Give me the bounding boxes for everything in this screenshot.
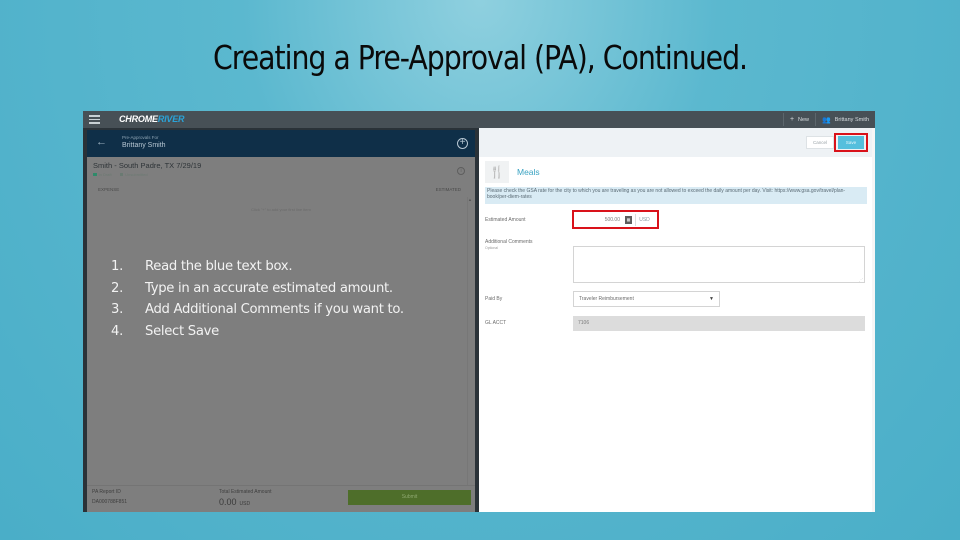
chevron-down-icon: ▼ — [709, 296, 714, 302]
instruction-steps: 1. Read the blue text box. 2. Type in an a… — [111, 256, 404, 342]
total-amount: 0.00 USD — [219, 497, 250, 507]
save-highlight-box — [834, 133, 868, 152]
right-scrollbar[interactable] — [872, 128, 875, 512]
total-currency: USD — [239, 501, 251, 507]
submit-button[interactable]: Submit — [348, 490, 471, 505]
draft-status-icon — [93, 172, 97, 176]
status-unsubmitted: Unsubmitted — [119, 172, 148, 177]
gsa-notice-box: Please check the GSA rate for the city t… — [485, 187, 867, 204]
step-text: Read the blue text box. — [145, 259, 293, 274]
top-nav-bar: CHROMERIVER + New 👥 Brittany Smith — [83, 111, 875, 128]
pa-report-id-value: DA000788F851 — [92, 499, 128, 505]
gl-acct-field: 7106 — [573, 316, 865, 331]
app-screenshot: CHROMERIVER + New 👥 Brittany Smith ← Pre… — [83, 111, 875, 512]
status-draft: In Draft — [93, 172, 112, 177]
form-toolbar: Cancel Save — [479, 128, 875, 157]
pa-report-id-label: PA Report ID — [92, 489, 121, 495]
estimated-amount-label: Estimated Amount — [485, 217, 526, 223]
fork-knife-icon: 🍴 — [485, 161, 509, 183]
info-icon[interactable]: i — [457, 167, 465, 175]
step-text: Type in an accurate estimated amount. — [145, 280, 393, 296]
step-text: Add Additional Comments if you want to. — [145, 302, 404, 317]
additional-comments-textarea[interactable] — [573, 246, 865, 283]
step-number: 3. — [111, 302, 123, 317]
trip-status: In Draft Unsubmitted — [93, 172, 148, 177]
scroll-up-icon[interactable]: ▲ — [468, 197, 472, 202]
column-header-expense: EXPENSE — [98, 187, 120, 192]
slide-title: Creating a Pre-Approval (PA), Continued. — [212, 38, 748, 77]
comments-label-text: Additional Comments — [485, 239, 533, 245]
paid-by-label: Paid By — [485, 296, 503, 302]
pre-approval-footer: PA Report ID DA000788F851 Total Estimate… — [87, 485, 475, 512]
paid-by-value: Traveler Reimbursement — [579, 296, 634, 302]
step-item: 2. Type in an accurate estimated amount. — [111, 278, 404, 300]
new-button[interactable]: + New — [782, 113, 815, 126]
amount-highlight-box — [572, 210, 659, 229]
user-menu[interactable]: 👥 Brittany Smith — [815, 113, 875, 126]
logo-part-river: RIVER — [157, 114, 185, 124]
logo-part-chrome: CHROME — [119, 114, 158, 124]
cancel-button[interactable]: Cancel — [806, 136, 834, 149]
step-number: 4. — [111, 323, 123, 339]
back-arrow-icon[interactable]: ← — [96, 136, 107, 148]
additional-comments-label: Additional Comments Optional — [485, 239, 533, 250]
empty-list-hint: Click "+" to add your first line item — [251, 207, 311, 212]
pre-approval-panel: ← Pre-Approvals For Brittany Smith + Smi… — [83, 128, 479, 512]
step-item: 3. Add Additional Comments if you want to… — [111, 299, 404, 321]
resize-grip-icon[interactable]: ⋰ — [859, 277, 863, 282]
user-name: Brittany Smith — [834, 116, 869, 123]
step-item: 1. Read the blue text box. — [111, 256, 404, 278]
total-amount-value: 0.00 — [219, 497, 237, 507]
unsubmitted-label: Unsubmitted — [125, 172, 148, 177]
optional-hint: Optional — [485, 246, 499, 250]
new-label: New — [798, 116, 810, 123]
app-logo: CHROMERIVER — [119, 114, 185, 124]
paid-by-select[interactable]: Traveler Reimbursement ▼ — [573, 291, 720, 307]
expense-type-title: Meals — [517, 167, 540, 177]
pre-approval-header: ← Pre-Approvals For Brittany Smith + — [87, 130, 475, 157]
column-header-estimated: ESTIMATED — [435, 187, 461, 192]
header-user-name: Brittany Smith — [122, 142, 166, 149]
total-amount-label: Total Estimated Amount — [219, 489, 272, 495]
draft-label: In Draft — [98, 172, 112, 177]
step-number: 2. — [111, 280, 123, 296]
gl-acct-label: GL ACCT — [485, 320, 507, 326]
scrollbar[interactable]: ▲ — [467, 197, 472, 497]
pre-approval-body: Smith - South Padre, TX 7/29/19 In Draft… — [87, 157, 475, 512]
step-item: 4. Select Save — [111, 321, 404, 343]
add-circle-icon[interactable]: + — [457, 138, 468, 149]
expense-form-panel: Cancel Save 🍴 Meals Please check the GSA… — [479, 128, 875, 512]
step-number: 1. — [111, 259, 123, 274]
step-text: Select Save — [145, 323, 219, 339]
menu-icon[interactable] — [89, 115, 100, 124]
unsubmitted-status-icon — [119, 172, 124, 176]
top-nav-actions: + New 👥 Brittany Smith — [782, 111, 875, 128]
trip-title: Smith - South Padre, TX 7/29/19 — [93, 161, 202, 170]
users-icon: 👥 — [822, 116, 831, 124]
plus-icon: + — [789, 116, 795, 123]
header-subtitle: Pre-Approvals For — [122, 135, 159, 140]
